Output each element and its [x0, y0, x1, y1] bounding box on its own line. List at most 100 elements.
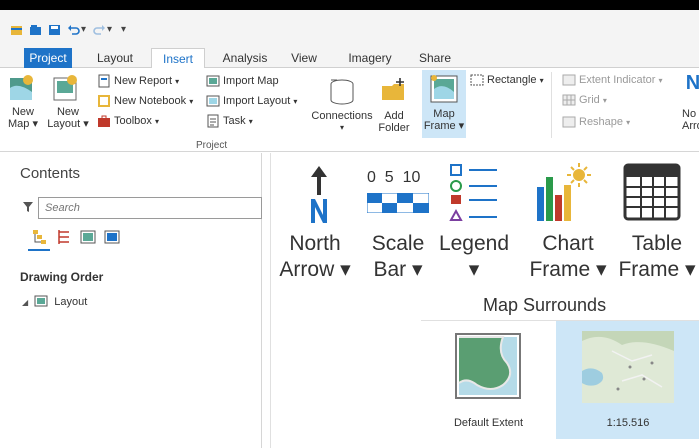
north-arrow-ribbon-label-1: No — [682, 108, 697, 120]
legend-label-2: ▾ — [468, 258, 480, 281]
grid-icon — [562, 94, 576, 106]
new-notebook-button[interactable]: New Notebook ▾ — [114, 94, 193, 109]
arcgis-pro-window: ▾ ▾ ▾ Project Layout Insert Analysis Vie… — [0, 0, 699, 448]
drawing-order-heading: Drawing Order — [20, 270, 104, 284]
rectangle-label: Rectangle — [487, 74, 537, 86]
new-map-button[interactable]: New Map ▾ — [2, 106, 44, 130]
rectangle-button[interactable]: Rectangle ▾ — [487, 73, 544, 88]
ribbon-separator — [551, 72, 552, 138]
tab-analysis[interactable]: Analysis — [217, 48, 273, 68]
gallery-item-scale[interactable]: 1:15.516 — [556, 321, 699, 439]
tree-item-layout-label: Layout — [54, 296, 88, 308]
legend-label-1: Legend — [438, 232, 510, 255]
import-layout-button[interactable]: Import Layout ▾ — [223, 94, 297, 109]
import-map-button[interactable]: Import Map — [223, 74, 279, 88]
map-surrounds-gallery: North Arrow ▾ 0 5 10 Scale Bar ▾ Legend … — [270, 153, 699, 448]
import-map-icon — [206, 75, 220, 87]
redo-icon[interactable] — [93, 24, 106, 36]
tab-view[interactable]: View — [284, 48, 324, 68]
north-arrow-ribbon-label-2: Arro — [682, 120, 699, 132]
contents-title: Contents — [20, 165, 81, 182]
import-layout-icon — [206, 95, 220, 107]
collapse-arrow-icon[interactable]: ◢ — [22, 298, 28, 307]
task-button[interactable]: Task ▾ — [223, 114, 253, 129]
drawing-order-icon[interactable] — [32, 229, 48, 245]
table-frame-label-2: Frame ▾ — [618, 258, 696, 281]
list-by-editing-icon[interactable] — [104, 229, 120, 245]
table-frame-icon — [623, 163, 681, 221]
scale-bar-label-1: Scale — [371, 232, 425, 255]
add-folder-icon[interactable] — [380, 76, 408, 104]
scale-bar-ticks: 0 5 10 — [367, 169, 427, 187]
tab-project[interactable]: Project — [24, 48, 72, 68]
new-layout-label-1: New — [56, 106, 79, 118]
extent-indicator-icon — [562, 74, 576, 86]
scale-extent-thumbnail — [582, 331, 674, 403]
legend-button[interactable]: Legend ▾ — [437, 231, 511, 283]
search-input[interactable] — [38, 197, 262, 219]
map-frame-button[interactable]: Map Frame ▾ — [422, 70, 466, 138]
list-by-source-icon[interactable] — [56, 229, 72, 245]
scale-bar-label-2: Bar ▾ — [373, 258, 423, 281]
table-frame-label-1: Table — [631, 232, 683, 255]
scale-bar-icon — [367, 193, 429, 213]
tab-insert[interactable]: Insert — [151, 48, 205, 69]
connections-icon[interactable] — [327, 78, 357, 106]
contents-pane: Contents Drawing Order ◢ Layout — [0, 153, 262, 448]
tab-share[interactable]: Share — [414, 48, 456, 68]
tab-layout[interactable]: Layout — [89, 48, 141, 68]
north-arrow-ribbon-button[interactable]: No Arro — [682, 108, 699, 132]
legend-icon — [449, 164, 497, 221]
map-frame-gallery: Default Extent 1:15.516 — [421, 320, 699, 448]
chart-frame-button[interactable]: Chart Frame ▾ — [521, 231, 615, 283]
open-project-icon[interactable] — [29, 24, 42, 36]
default-extent-thumbnail — [455, 333, 521, 399]
grid-label: Grid — [579, 94, 600, 106]
default-extent-caption: Default Extent — [453, 417, 524, 429]
scale-bar-button[interactable]: Scale Bar ▾ — [365, 231, 431, 283]
new-layout-button[interactable]: New Layout ▾ — [46, 106, 90, 130]
add-folder-button[interactable]: Add Folder — [374, 110, 414, 134]
scale-tick-5: 5 — [384, 169, 394, 186]
reshape-icon — [562, 116, 576, 128]
map-frame-label: Map Frame ▾ — [422, 108, 466, 132]
scale-extent-caption: 1:15.516 — [606, 417, 650, 429]
new-layout-icon[interactable] — [52, 74, 80, 102]
new-project-icon[interactable] — [10, 24, 23, 36]
task-label: Task — [223, 115, 246, 127]
north-arrow-button[interactable]: North Arrow ▾ — [273, 231, 357, 283]
north-arrow-ribbon-icon[interactable]: N — [678, 72, 699, 95]
insert-ribbon: New Map ▾ New Layout ▾ New Report ▾ New … — [0, 68, 699, 152]
rectangle-icon — [470, 74, 484, 86]
redo-dropdown-icon[interactable]: ▾ — [107, 24, 112, 35]
undo-dropdown-icon[interactable]: ▾ — [81, 24, 86, 35]
new-report-button[interactable]: New Report ▾ — [114, 74, 179, 89]
customize-icon[interactable]: ▾ — [121, 24, 126, 35]
reshape-button[interactable]: Reshape ▾ — [579, 115, 630, 130]
new-map-label-2: Map ▾ — [8, 118, 38, 130]
chart-frame-label-1: Chart — [542, 232, 594, 255]
extent-indicator-button[interactable]: Extent Indicator ▾ — [579, 73, 663, 88]
add-folder-label-1: Add — [384, 110, 404, 122]
tab-imagery[interactable]: Imagery — [342, 48, 398, 68]
scale-tick-0: 0 — [367, 169, 376, 186]
filter-icon[interactable] — [22, 201, 34, 213]
list-by-selection-icon[interactable] — [80, 229, 96, 245]
connections-button[interactable]: Connections ▾ — [310, 110, 374, 134]
toolbox-button[interactable]: Toolbox ▾ — [114, 114, 159, 129]
task-icon — [207, 114, 219, 128]
quick-access-toolbar: ▾ ▾ ▾ — [0, 10, 699, 48]
grid-button[interactable]: Grid ▾ — [579, 93, 607, 108]
import-layout-label: Import Layout — [223, 95, 291, 107]
new-map-icon[interactable] — [8, 74, 36, 102]
north-arrow-icon — [311, 166, 327, 223]
tree-item-layout[interactable]: ◢ Layout — [22, 295, 87, 308]
map-frame-icon — [430, 75, 458, 103]
report-icon — [98, 74, 110, 88]
table-frame-button[interactable]: Table Frame ▾ — [615, 231, 699, 283]
reshape-label: Reshape — [579, 116, 624, 128]
toolbox-icon — [98, 115, 110, 127]
undo-icon[interactable] — [67, 24, 80, 36]
save-project-icon[interactable] — [48, 24, 61, 36]
map-frame-label-1: Map — [433, 108, 455, 120]
